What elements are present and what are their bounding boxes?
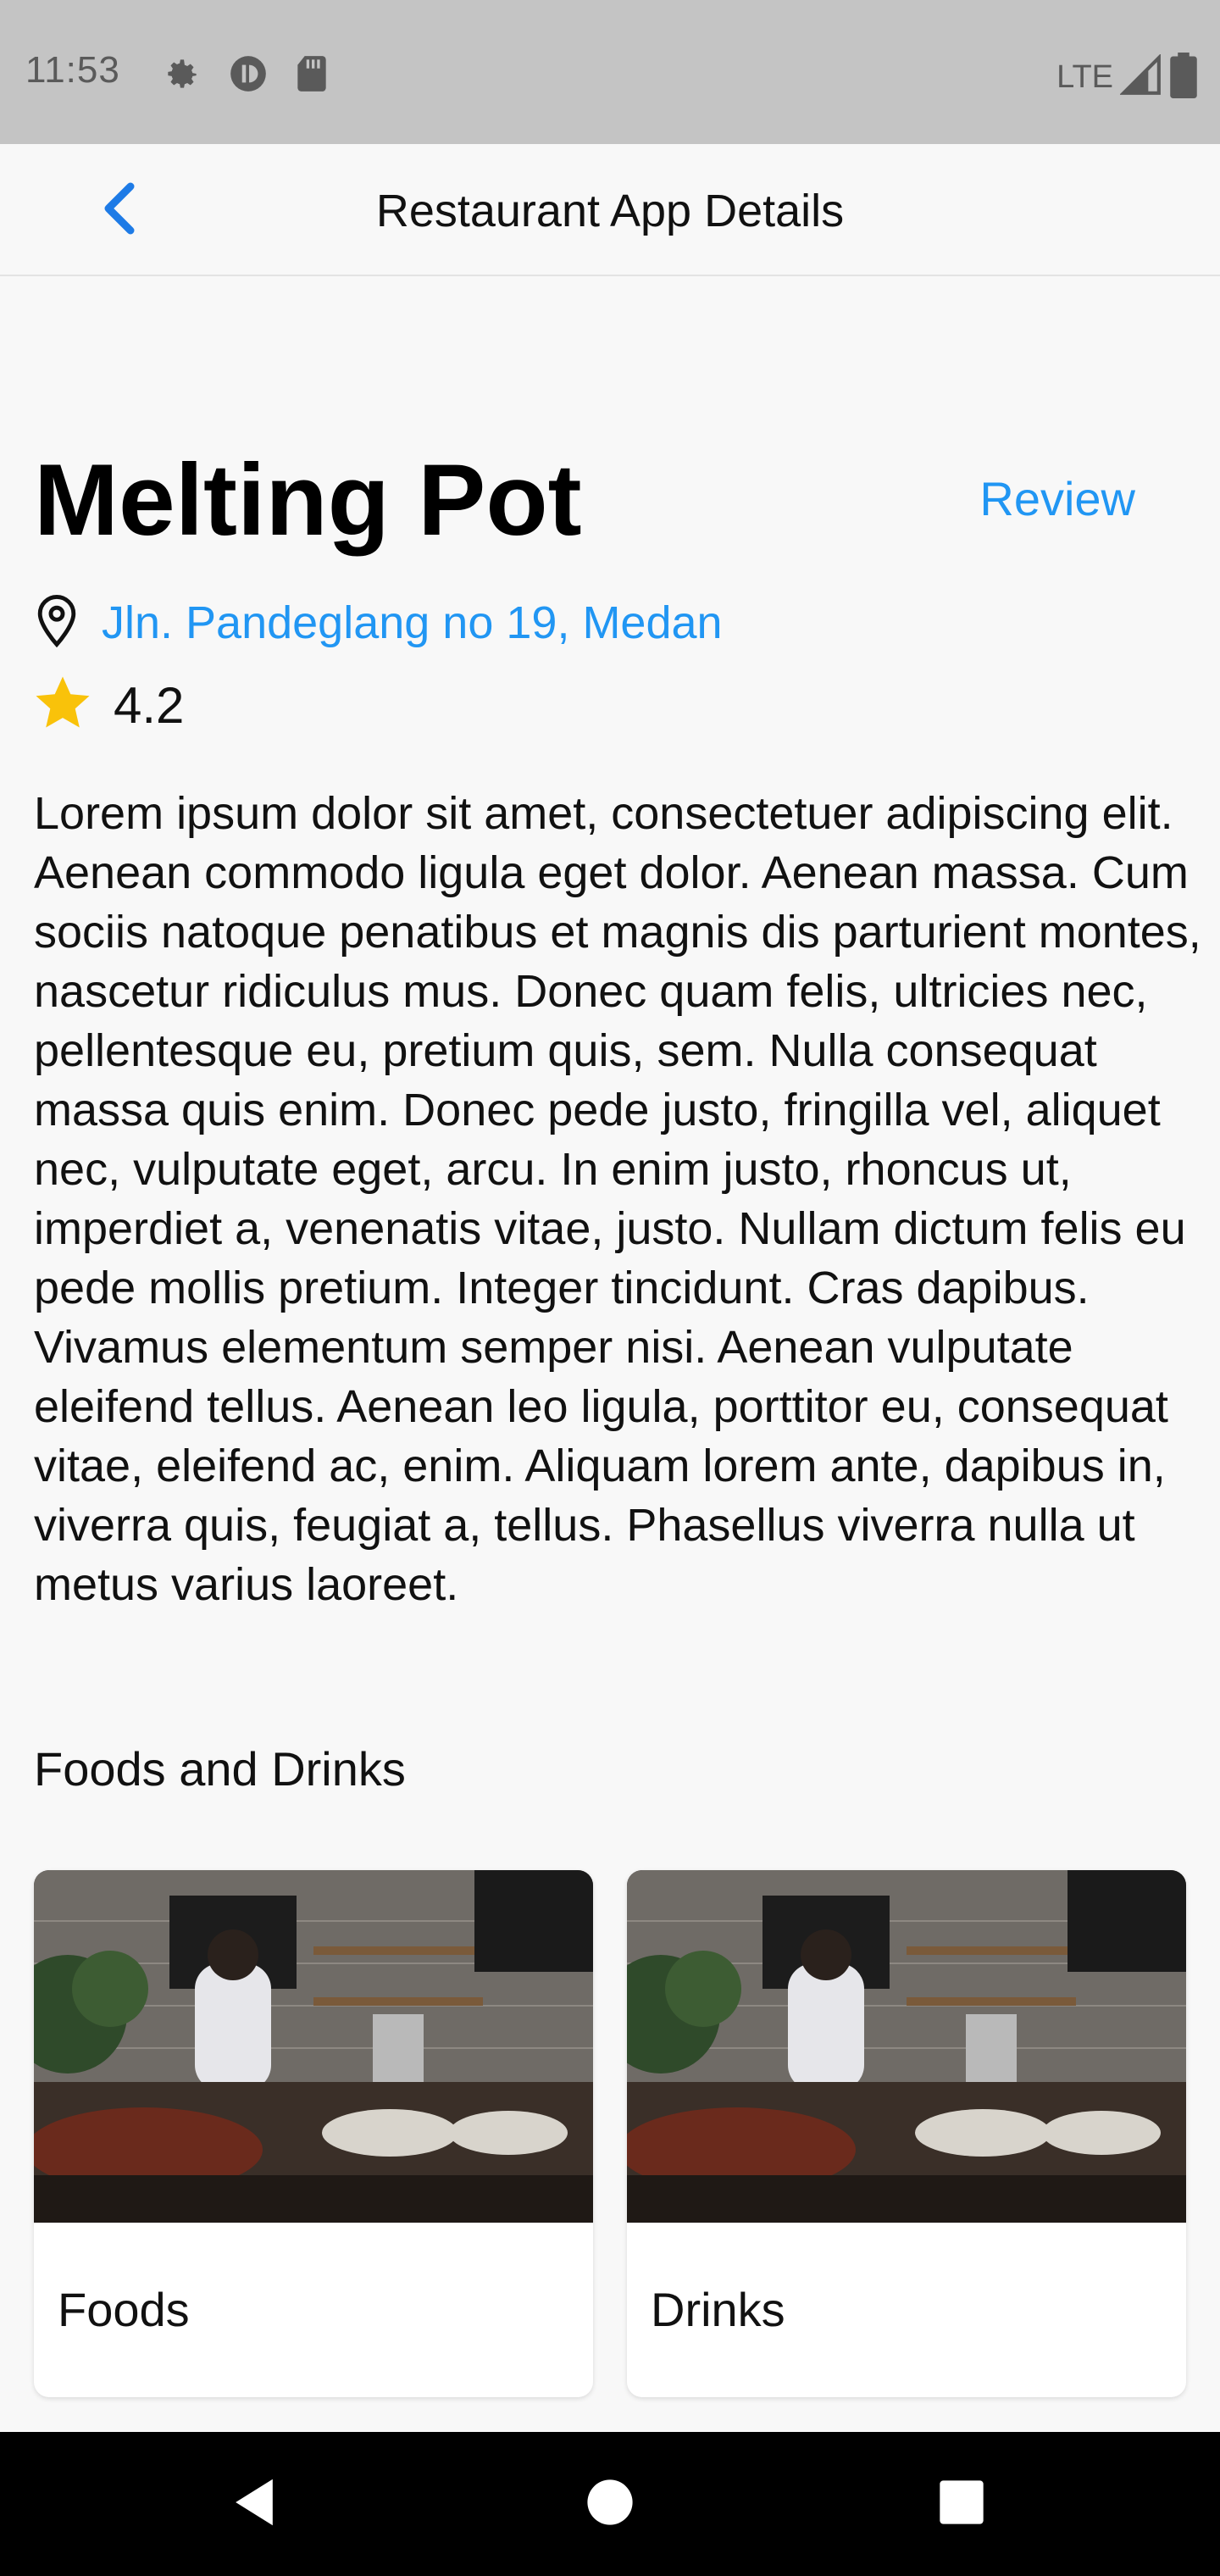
status-icons-right: LTE	[1056, 53, 1198, 103]
home-circle-icon	[586, 2479, 634, 2530]
card-label: Drinks	[651, 2283, 785, 2336]
rating-row: 4.2	[32, 671, 184, 739]
back-triangle-icon	[230, 2477, 278, 2532]
restaurant-photo	[627, 1870, 1186, 2223]
nav-back-button[interactable]	[220, 2470, 288, 2538]
sd-card-icon	[293, 53, 330, 99]
status-bar: 11:53 LTE	[0, 0, 1220, 144]
settings-icon	[161, 53, 203, 99]
restaurant-photo	[34, 1870, 593, 2223]
app-title: Restaurant App Details	[375, 186, 845, 236]
data-saver-icon	[227, 53, 269, 99]
nav-home-button[interactable]	[576, 2470, 644, 2538]
nav-recents-button[interactable]	[928, 2470, 995, 2538]
menu-card-foods[interactable]: Foods	[34, 1870, 593, 2397]
review-button[interactable]: Review	[979, 471, 1135, 526]
address-link[interactable]: Jln. Pandeglang no 19, Medan	[102, 597, 723, 649]
signal-icon	[1119, 53, 1162, 101]
restaurant-description: Lorem ipsum dolor sit amet, consectetuer…	[34, 788, 1201, 1610]
star-icon	[32, 674, 93, 737]
navigation-bar	[0, 2432, 1220, 2576]
menu-card-drinks[interactable]: Drinks	[627, 1870, 1186, 2397]
address-row: Jln. Pandeglang no 19, Medan	[34, 593, 723, 652]
battery-icon	[1169, 53, 1198, 103]
recents-square-icon	[939, 2479, 984, 2529]
rating-value: 4.2	[114, 676, 185, 734]
status-time: 11:53	[25, 49, 120, 91]
status-icons-left	[161, 53, 330, 99]
restaurant-name: Melting Pot	[34, 443, 582, 557]
app-bar: Restaurant App Details	[0, 144, 1220, 276]
card-label: Foods	[58, 2283, 190, 2336]
location-pin-icon	[34, 593, 80, 653]
menu-cards: Foods Drinks	[34, 1870, 1186, 2397]
section-title: Foods and Drinks	[34, 1742, 406, 1796]
network-type: LTE	[1056, 59, 1113, 95]
